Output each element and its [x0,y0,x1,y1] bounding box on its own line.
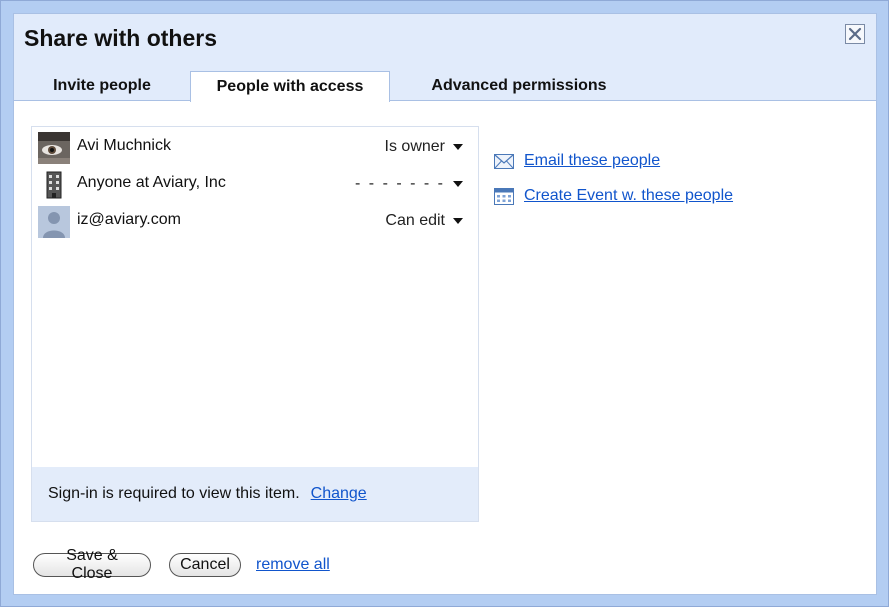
dialog-footer: Save & Close Cancel remove all [33,547,330,582]
person-name: Avi Muchnick [77,137,171,154]
caret-down-icon [453,144,463,150]
tab-advanced-permissions[interactable]: Advanced permissions [414,71,624,101]
building-icon [38,169,70,201]
calendar-icon [494,187,516,205]
change-link[interactable]: Change [311,485,367,503]
caret-down-icon [453,181,463,187]
permission-dropdown[interactable]: Is owner [385,138,463,156]
default-user-icon [38,206,70,238]
tab-invite-people[interactable]: Invite people [42,71,162,101]
permission-value: - - - - - - - [355,175,445,192]
dialog-titlebar: Share with others [14,14,876,65]
email-people-link[interactable]: Email these people [524,152,660,170]
tab-people-with-access[interactable]: People with access [190,71,390,102]
person-row: Anyone at Aviary, Inc - - - - - - - [32,166,478,200]
person-row: Avi Muchnick Is owner [32,129,478,164]
permission-value: Can edit [385,212,445,229]
share-dialog: Share with others Invite people People w… [13,13,877,595]
signin-text: Sign-in is required to view this item. [48,485,300,502]
tab-bar: Invite people People with access Advance… [14,65,876,102]
permission-dropdown[interactable]: Can edit [385,212,463,230]
people-list-panel: Avi Muchnick Is owner Anyone at Aviary, … [31,126,479,522]
avatar-photo [38,132,70,164]
create-event-link[interactable]: Create Event w. these people [524,187,733,205]
remove-all-link[interactable]: remove all [256,556,330,574]
cancel-button[interactable]: Cancel [169,553,241,577]
permission-dropdown[interactable]: - - - - - - - [355,175,463,193]
save-close-button[interactable]: Save & Close [33,547,151,582]
email-people-action[interactable]: Email these people [494,152,660,170]
envelope-icon [494,152,516,170]
person-name: Anyone at Aviary, Inc [77,174,226,191]
close-icon [848,27,862,41]
caret-down-icon [453,218,463,224]
person-name: iz@aviary.com [77,211,181,228]
person-row: iz@aviary.com Can edit [32,203,478,238]
permission-value: Is owner [384,138,445,155]
dialog-frame: Share with others Invite people People w… [0,0,889,607]
create-event-action[interactable]: Create Event w. these people [494,187,733,205]
signin-notice: Sign-in is required to view this item. C… [32,467,478,521]
dialog-title: Share with others [24,25,217,51]
close-button[interactable] [845,24,865,44]
